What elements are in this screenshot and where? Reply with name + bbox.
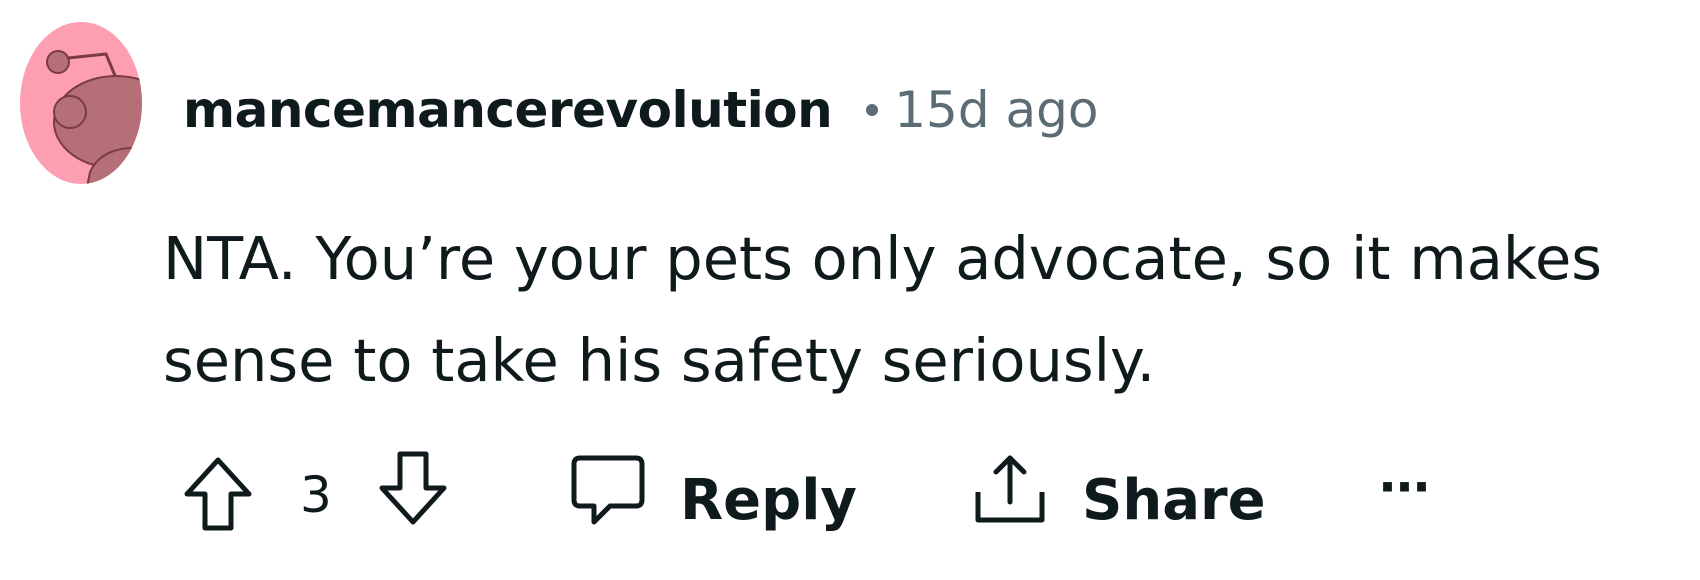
reply-button[interactable]: Reply <box>680 468 857 533</box>
comment-meta: mancemancerevolution 15d ago <box>183 70 1098 150</box>
more-options-button[interactable]: ··· <box>1378 458 1431 516</box>
snoo-avatar-icon <box>20 22 142 184</box>
share-button[interactable]: Share <box>1082 468 1266 533</box>
downvote-arrow-icon <box>379 451 447 525</box>
username-link[interactable]: mancemancerevolution <box>183 81 833 139</box>
reply-button-icon-wrap[interactable] <box>570 454 646 528</box>
comment-action-bar: 3 Reply Share ··· <box>0 448 1700 548</box>
separator-dot <box>866 104 879 116</box>
speech-bubble-icon <box>571 455 645 525</box>
comment: mancemancerevolution 15d ago NTA. You’re… <box>0 0 1700 580</box>
timestamp[interactable]: 15d ago <box>894 81 1098 139</box>
overflow-dots-icon: ··· <box>1378 458 1431 516</box>
vote-count: 3 <box>300 466 332 524</box>
upvote-button[interactable] <box>183 456 253 532</box>
upvote-arrow-icon <box>184 457 252 531</box>
user-avatar[interactable] <box>20 22 142 184</box>
share-button-icon-wrap[interactable] <box>972 452 1048 528</box>
share-upload-icon <box>975 455 1045 523</box>
comment-body: NTA. You’re your pets only advocate, so … <box>163 224 1602 395</box>
downvote-button[interactable] <box>378 450 448 526</box>
